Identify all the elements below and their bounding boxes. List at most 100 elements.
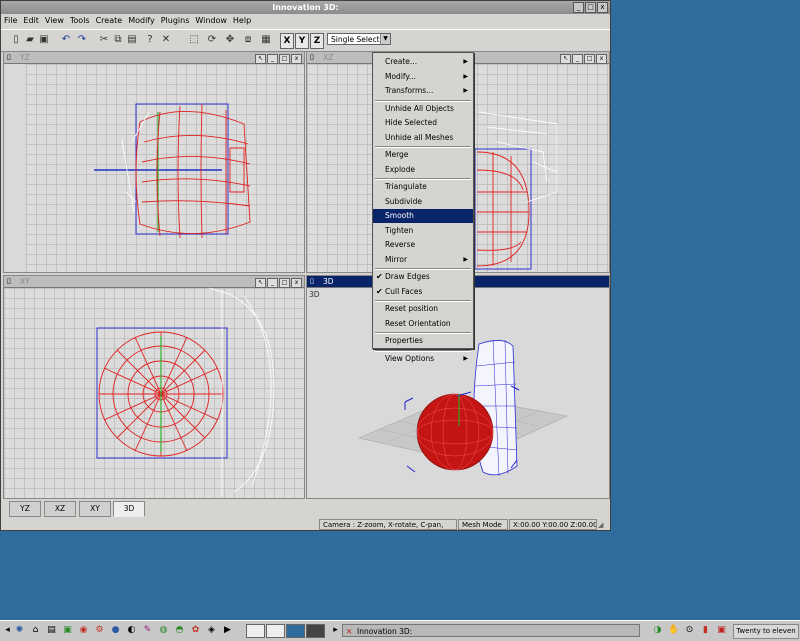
menu-item-reset-orientation[interactable]: Reset Orientation (373, 317, 473, 331)
menu-item-unhide-all-meshes[interactable]: Unhide all Meshes (373, 131, 473, 145)
menu-item-tighten[interactable]: Tighten (373, 224, 473, 238)
menu-item-triangulate[interactable]: Triangulate (373, 180, 473, 194)
menu-item-draw-edges[interactable]: ✔ Draw Edges (373, 270, 473, 284)
tab-xz[interactable]: XZ (44, 501, 76, 517)
paste-icon[interactable]: ▤ (125, 33, 139, 47)
tray-icon-3[interactable]: ⊙ (684, 625, 695, 636)
menu-item-view-options[interactable]: View Options ▶ (373, 352, 473, 366)
menu-item-label: Triangulate (385, 182, 427, 191)
menu-edit[interactable]: Edit (20, 14, 42, 28)
launcher-icon-10[interactable]: ◓ (174, 625, 185, 636)
close-button[interactable]: x (597, 2, 608, 13)
redo-icon[interactable]: ↷ (75, 33, 89, 47)
menu-item-modify[interactable]: Modify... ▶ (373, 70, 473, 84)
menu-item-transforms[interactable]: Transforms... ▶ (373, 84, 473, 98)
menu-item-cull-faces[interactable]: ✔ Cull Faces (373, 285, 473, 299)
launcher-icon-6[interactable]: ● (110, 625, 121, 636)
submenu-arrow-icon: ▶ (463, 58, 468, 65)
launcher-icon-9[interactable]: ◍ (158, 625, 169, 636)
menu-item-properties[interactable]: Properties (373, 334, 473, 348)
object-mode-icon[interactable]: ▦ (259, 33, 273, 47)
launcher-icon-7[interactable]: ◐ (126, 625, 137, 636)
menu-modify[interactable]: Modify (125, 14, 158, 28)
menu-item-create[interactable]: Create... ▶ (373, 55, 473, 69)
axis-x-button[interactable]: X (280, 33, 294, 49)
menu-plugins[interactable]: Plugins (158, 14, 193, 28)
start-menu-icon[interactable]: ✺ (14, 625, 25, 636)
menu-view[interactable]: View (42, 14, 67, 28)
menu-item-mirror[interactable]: Mirror ▶ (373, 253, 473, 267)
delete-icon[interactable]: ✕ (159, 33, 173, 47)
taskbar-app-label: Innovation 3D: (357, 627, 413, 636)
desktop-pager-3[interactable] (286, 624, 305, 638)
tray-icon-4[interactable]: ▮ (700, 625, 711, 636)
tray-icon-5[interactable]: ▣ (716, 625, 727, 636)
menu-help[interactable]: Help (230, 14, 254, 28)
menu-item-reset-position[interactable]: Reset position (373, 302, 473, 316)
cut-icon[interactable]: ✂ (97, 33, 111, 47)
menu-item-merge[interactable]: Merge (373, 148, 473, 162)
tray-icon-2[interactable]: ✋ (668, 625, 679, 636)
desktop-pager-4[interactable] (306, 624, 325, 638)
undo-icon[interactable]: ↶ (59, 33, 73, 47)
menu-create[interactable]: Create (93, 14, 126, 28)
menu-item-explode[interactable]: Explode (373, 163, 473, 177)
menu-item-label: Mirror (385, 254, 408, 264)
status-mode: Mesh Mode (458, 519, 508, 530)
launcher-icon-1[interactable]: ⌂ (30, 625, 41, 636)
submenu-arrow-icon: ▶ (463, 72, 468, 80)
help-icon[interactable]: ? (143, 33, 157, 47)
viewport-yz[interactable]: ▯ YZ ↖ _ □ x (3, 51, 305, 273)
tab-3d[interactable]: 3D (113, 501, 145, 517)
resize-grip-icon[interactable]: ◢ (598, 521, 603, 529)
menu-item-label: View Options (385, 353, 435, 363)
desktop-pager-1[interactable] (246, 624, 265, 638)
tab-yz[interactable]: YZ (9, 501, 41, 517)
menu-item-reverse[interactable]: Reverse (373, 238, 473, 252)
menu-item-smooth[interactable]: Smooth (373, 209, 473, 223)
launcher-icon-5[interactable]: ⚙ (94, 625, 105, 636)
select-icon[interactable]: ⬚ (187, 33, 201, 47)
save-icon[interactable]: ▣ (37, 33, 51, 47)
launcher-icon-11[interactable]: ✿ (190, 625, 201, 636)
scale-icon[interactable]: ⧈ (241, 33, 255, 47)
app-icon: ✕ (346, 627, 353, 636)
open-folder-icon[interactable]: ▰ (23, 33, 37, 47)
tray-icon-1[interactable]: ◑ (652, 625, 663, 636)
launcher-icon-8[interactable]: ✎ (142, 625, 153, 636)
launcher-icon-13[interactable]: ▶ (222, 625, 233, 636)
copy-icon[interactable]: ⧉ (111, 33, 125, 47)
desktop-pager-2[interactable] (266, 624, 285, 638)
taskbar-right-arrow-icon[interactable]: ▸ (330, 625, 341, 636)
menu-item-label: Reverse (385, 240, 416, 249)
toolbar: ▯ ▰ ▣ ↶ ↷ ✂ ⧉ ▤ ? ✕ ⬚ ⟳ ✥ ⧈ ▦ X Y Z (1, 29, 610, 52)
minimize-button[interactable]: _ (573, 2, 584, 13)
axis-y-button[interactable]: Y (295, 33, 309, 49)
taskbar-app-button[interactable]: ✕ Innovation 3D: (342, 624, 640, 637)
menu-item-label: Transforms... (385, 86, 434, 95)
tab-xy[interactable]: XY (79, 501, 111, 517)
launcher-icon-12[interactable]: ◈ (206, 625, 217, 636)
launcher-icon-4[interactable]: ◉ (78, 625, 89, 636)
menu-item-label: Merge (385, 150, 409, 159)
axis-z-button[interactable]: Z (310, 33, 324, 49)
launcher-icon-2[interactable]: ▤ (46, 625, 57, 636)
submenu-arrow-icon: ▶ (463, 87, 468, 94)
viewport-xy[interactable]: ▯ XY ↖ _ □ x (3, 275, 305, 499)
select-mode-dropdown[interactable]: Single Select ▼ (327, 33, 391, 45)
title-bar[interactable]: Innovation 3D: (1, 1, 610, 14)
menu-file[interactable]: File (1, 14, 20, 28)
menu-tools[interactable]: Tools (67, 14, 93, 28)
menu-item-label: Properties (385, 336, 423, 345)
menu-item-hide-selected[interactable]: Hide Selected (373, 116, 473, 130)
maximize-button[interactable]: □ (585, 2, 596, 13)
move-icon[interactable]: ✥ (223, 33, 237, 47)
menu-item-subdivide[interactable]: Subdivide (373, 195, 473, 209)
menu-window[interactable]: Window (192, 14, 230, 28)
taskbar-left-arrow-icon[interactable]: ◂ (2, 625, 13, 636)
menu-item-unhide-all-objects[interactable]: Unhide All Objects (373, 102, 473, 116)
rotate-icon[interactable]: ⟳ (205, 33, 219, 47)
new-file-icon[interactable]: ▯ (9, 33, 23, 47)
launcher-icon-3[interactable]: ▣ (62, 625, 73, 636)
status-coords: X:00.00 Y:00.00 Z:00.00 (509, 519, 597, 530)
